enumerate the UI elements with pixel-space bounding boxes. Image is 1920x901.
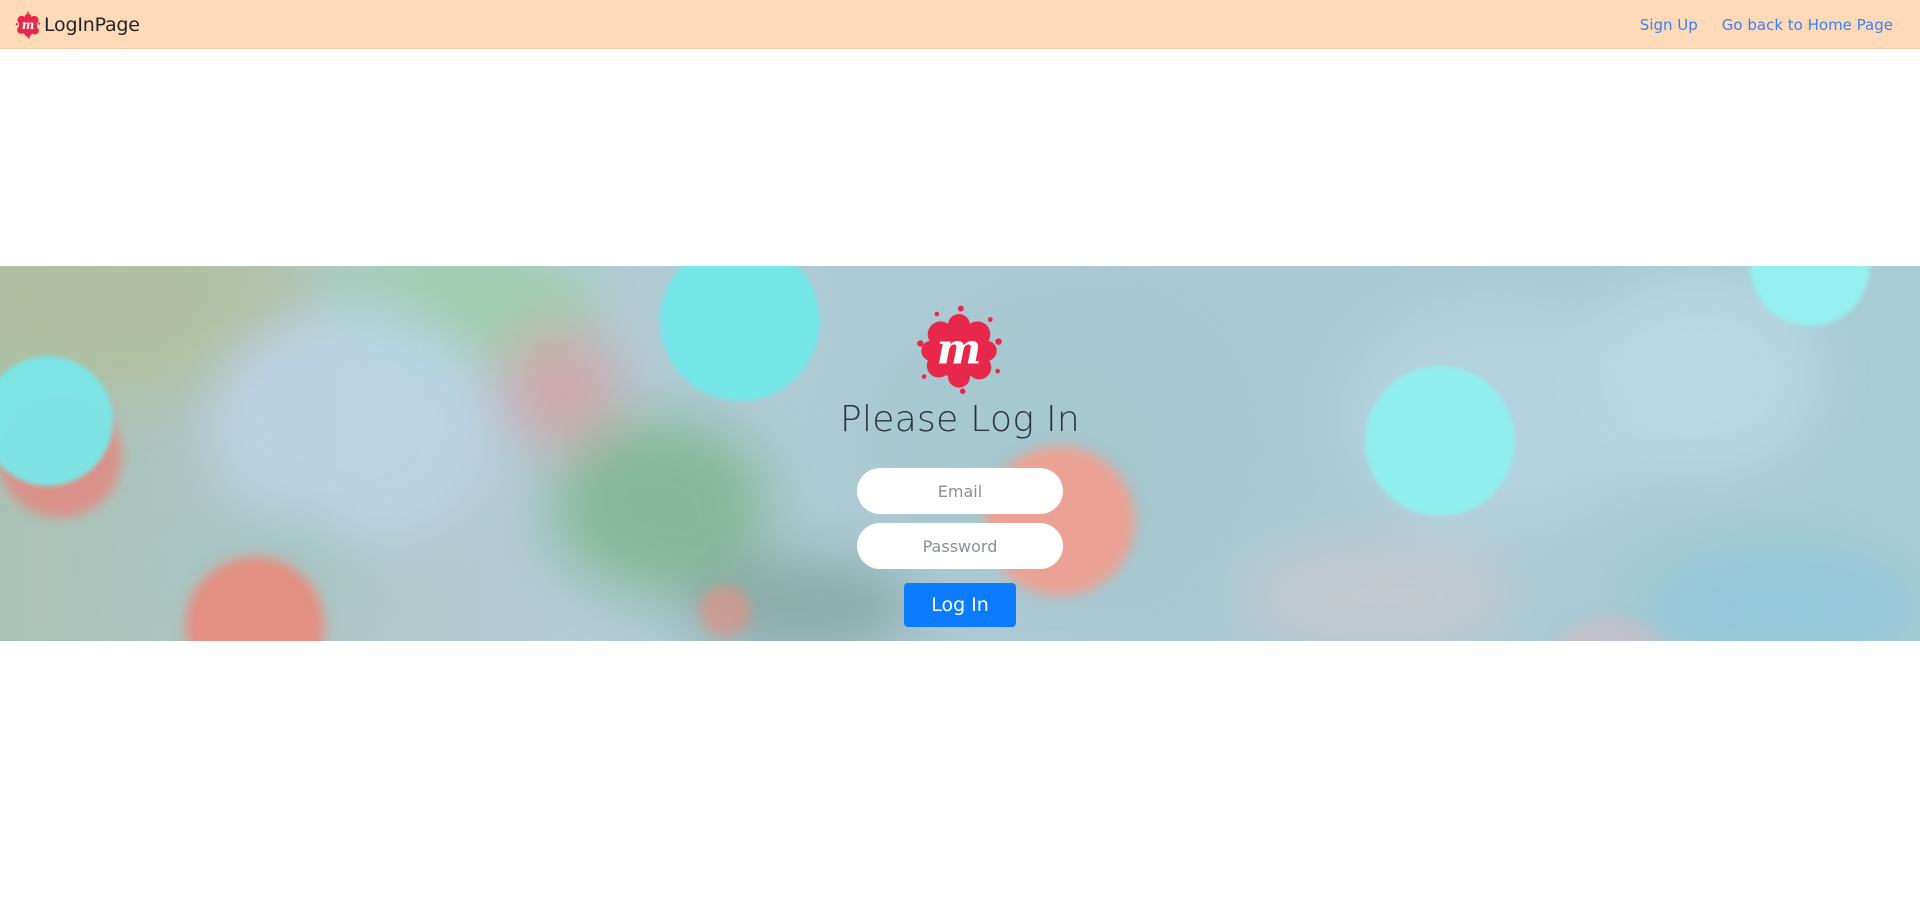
home-page-link[interactable]: Go back to Home Page bbox=[1722, 16, 1893, 34]
brand-text: LogInPage bbox=[44, 14, 140, 36]
nav-links: Sign Up Go back to Home Page bbox=[1640, 16, 1893, 34]
meetup-logo-icon: m bbox=[917, 305, 1002, 395]
password-field[interactable] bbox=[857, 523, 1063, 569]
navbar: m LogInPage Sign Up Go back to Home Page bbox=[0, 0, 1920, 49]
login-form: m Please Log In Log In bbox=[0, 266, 1920, 641]
login-hero: m Please Log In Log In bbox=[0, 266, 1920, 641]
svg-text:m: m bbox=[22, 18, 35, 32]
meetup-logo-icon: m bbox=[15, 11, 41, 39]
page-title: Please Log In bbox=[839, 399, 1081, 440]
email-field[interactable] bbox=[857, 468, 1063, 514]
login-button[interactable]: Log In bbox=[904, 583, 1016, 627]
svg-text:m: m bbox=[937, 324, 982, 374]
sign-up-link[interactable]: Sign Up bbox=[1640, 16, 1698, 34]
brand-link[interactable]: m LogInPage bbox=[14, 10, 140, 40]
